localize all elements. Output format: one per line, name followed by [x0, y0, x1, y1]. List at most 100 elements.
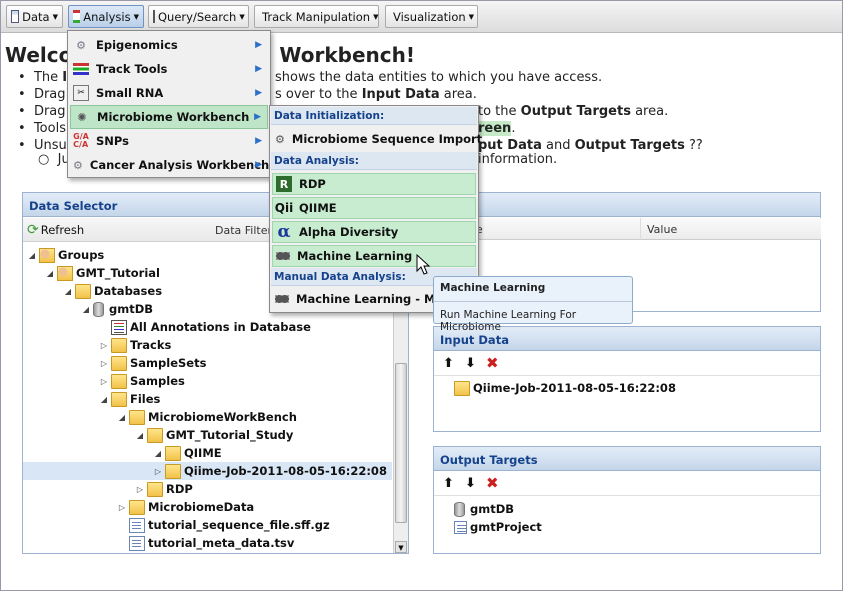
folder-icon [165, 463, 181, 479]
rdp-icon: R [276, 176, 292, 192]
tree-item-label: MicrobiomeData [148, 500, 255, 514]
expand-toggle-icon[interactable]: ◢ [135, 431, 145, 440]
expand-toggle-icon[interactable]: ▷ [99, 377, 109, 386]
submenu-arrow-icon: ▶ [254, 112, 261, 122]
expand-toggle-icon[interactable]: ▷ [135, 485, 145, 494]
refresh-icon: ⟳ [27, 222, 39, 238]
import-icon: ⚙ [275, 132, 285, 146]
expand-toggle-icon[interactable]: ◢ [81, 305, 91, 314]
output-target-item[interactable]: gmtProject [452, 518, 542, 536]
welcome-line-1-rest: shows the data entities to which you hav… [275, 70, 603, 85]
tooltip: Machine Learning Run Machine Learning Fo… [433, 276, 633, 333]
expand-toggle-icon[interactable]: ◢ [63, 287, 73, 296]
menu-item-small-rna[interactable]: ✂ Small RNA ▶ [70, 82, 268, 104]
tree-item-label: Tracks [130, 338, 172, 352]
tree-item-microbiomedata[interactable]: ▷ MicrobiomeData [23, 498, 392, 516]
expand-toggle-icon[interactable]: ▷ [117, 503, 127, 512]
tree-item-label: GMT_Tutorial [76, 266, 160, 280]
chevron-down-icon: ▼ [133, 12, 139, 21]
tree-item-label: RDP [166, 482, 193, 496]
welcome-line-6: ○ Ju [38, 152, 70, 167]
tree-item-samplesets[interactable]: ▷ SampleSets [23, 354, 392, 372]
refresh-button[interactable]: ⟳ Refresh [27, 222, 84, 238]
tree-item-label: MicrobiomeWorkBench [148, 410, 297, 424]
welcome-line-3-rest: to the Output Targets area. [478, 104, 669, 119]
move-up-icon[interactable]: ⬆ [443, 476, 454, 491]
chevron-down-icon: ▼ [239, 12, 245, 21]
folder-icon [454, 380, 470, 396]
input-data-item[interactable]: Qiime-Job-2011-08-05-16:22:08 [452, 379, 676, 397]
tree-item-label: gmtDB [109, 302, 154, 316]
section-data-analysis: Data Analysis: [271, 152, 477, 170]
tree-item-samples[interactable]: ▷ Samples [23, 372, 392, 390]
tree-item-tutorial-meta-data[interactable]: tutorial_meta_data.tsv [23, 534, 392, 552]
file-icon [129, 517, 145, 533]
menu-item-qiime[interactable]: Qii QIIME [272, 197, 476, 219]
submenu-arrow-icon: ▶ [255, 88, 262, 98]
tree-item-label: tutorial_meta_data.tsv [148, 536, 295, 550]
annotations-icon [111, 319, 127, 335]
move-down-icon[interactable]: ⬇ [465, 476, 476, 491]
scroll-down-icon[interactable]: ▼ [395, 541, 407, 553]
menu-item-microbiome-workbench[interactable]: ✺ Microbiome Workbench ▶ [70, 105, 268, 129]
expand-toggle-icon[interactable]: ◢ [99, 395, 109, 404]
tree-item-qiime-job[interactable]: ▷ Qiime-Job-2011-08-05-16:22:08 [23, 462, 392, 480]
folder-icon [129, 409, 145, 425]
project-icon [454, 520, 467, 534]
tree-item-qiime[interactable]: ◢ QIIME [23, 444, 392, 462]
expand-toggle-icon[interactable]: ◢ [117, 413, 127, 422]
output-target-item[interactable]: gmtDB [452, 500, 514, 518]
visualization-menu-button[interactable]: Visualization ▼ [385, 5, 478, 28]
tree-item-gmt-tutorial-study[interactable]: ◢ GMT_Tutorial_Study [23, 426, 392, 444]
welcome-line-5-rest: put Data and Output Targets ?? [478, 138, 703, 153]
expand-toggle-icon[interactable]: ▷ [99, 341, 109, 350]
expand-toggle-icon[interactable]: ◢ [45, 269, 55, 278]
menu-item-microbiome-sequence-import[interactable]: ⚙ Microbiome Sequence Import [272, 128, 482, 150]
analysis-dropdown-menu: ⚙ Epigenomics ▶ Track Tools ▶ ✂ Small RNA ▶ ✺… [67, 30, 271, 178]
chip-icon [275, 295, 289, 303]
analysis-menu-button[interactable]: Analysis ▼ [68, 5, 144, 28]
submenu-arrow-icon: ▶ [255, 136, 262, 146]
tree-item-label: GMT_Tutorial_Study [166, 428, 294, 442]
remove-icon[interactable]: ✖ [486, 354, 499, 372]
tree-item-tracks[interactable]: ▷ Tracks [23, 336, 392, 354]
menu-item-epigenomics[interactable]: ⚙ Epigenomics ▶ [70, 34, 268, 56]
tree-item-rdp[interactable]: ▷ RDP [23, 480, 392, 498]
welcome-line-4-rest: reen. [478, 121, 516, 136]
menu-item-rdp[interactable]: R RDP [272, 173, 476, 195]
tree-item-all-annotations[interactable]: All Annotations in Database [23, 318, 392, 336]
menu-item-cancer-analysis-workbench[interactable]: ⚙ Cancer Analysis Workbench ▶ [70, 154, 269, 176]
folder-icon [165, 445, 181, 461]
query-search-menu-button[interactable]: Query/Search ▼ [148, 5, 249, 28]
track-manipulation-menu-button[interactable]: Track Manipulation ▼ [254, 5, 379, 28]
remove-icon[interactable]: ✖ [486, 474, 499, 492]
database-icon [454, 501, 465, 517]
tooltip-body: Run Machine Learning For Microbiome [440, 309, 577, 333]
move-up-icon[interactable]: ⬆ [443, 356, 454, 371]
tree-item-microbiomeworkbench[interactable]: ◢ MicrobiomeWorkBench [23, 408, 392, 426]
track-tools-icon [73, 63, 89, 75]
column-header-value[interactable]: Value [641, 218, 821, 240]
scrollbar-thumb[interactable] [395, 363, 407, 523]
chevron-down-icon: ▼ [52, 12, 58, 21]
tree-item-files[interactable]: ◢ Files [23, 390, 392, 408]
output-targets-header: Output Targets [434, 447, 820, 471]
menu-item-snps[interactable]: G/A C/A SNPs ▶ [70, 130, 268, 152]
tree-item-tutorial-sequence-file[interactable]: tutorial_sequence_file.sff.gz [23, 516, 392, 534]
expand-toggle-icon[interactable]: ▷ [153, 467, 163, 476]
menu-item-alpha-diversity[interactable]: α Alpha Diversity [272, 221, 476, 243]
expand-toggle-icon[interactable]: ◢ [153, 449, 163, 458]
section-data-initialization: Data Initialization: [271, 107, 477, 125]
alpha-icon: α [277, 222, 291, 242]
expand-toggle-icon[interactable]: ◢ [27, 251, 37, 260]
toolbar: Data ▼ Analysis ▼ Query/Search ▼ Track Mani… [1, 1, 842, 33]
menu-item-machine-learning[interactable]: Machine Learning [272, 245, 476, 267]
folder-icon [147, 427, 163, 443]
expand-toggle-icon[interactable]: ▷ [99, 359, 109, 368]
data-menu-button[interactable]: Data ▼ [6, 5, 63, 28]
output-targets-panel: Output Targets ⬆ ⬇ ✖ gmtDB gmtProject [433, 446, 821, 554]
menu-item-track-tools[interactable]: Track Tools ▶ [70, 58, 268, 80]
move-down-icon[interactable]: ⬇ [465, 356, 476, 371]
welcome-line-1: • The I [18, 70, 68, 85]
folder-icon [111, 337, 127, 353]
